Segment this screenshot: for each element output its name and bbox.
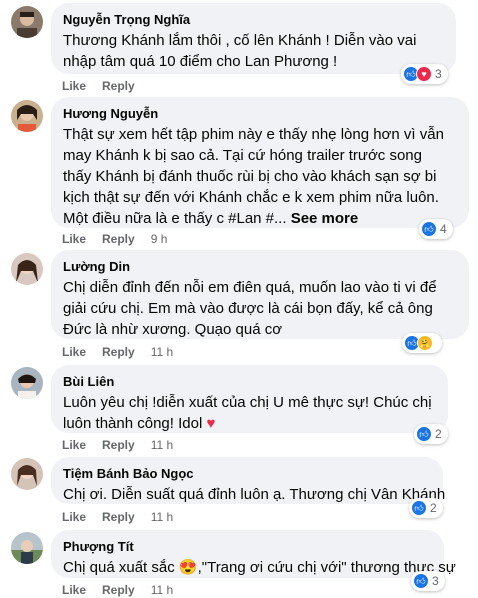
heart-eyes-emoji-icon: 😍 [178,559,198,576]
reaction-summary[interactable]: 👍︎ ♥ 3 [401,64,448,84]
comment-line: nhập tâm quá 10 điểm cho Lan Phương ! [63,53,338,70]
comment-line: Thật sự xem hết tập phim này e thấy nhẹ … [63,126,444,143]
comment-author[interactable]: Nguyễn Trọng Nghĩa [63,11,444,28]
comment-bubble: Lường Din Chị diễn đỉnh đến nỗi em điên … [51,250,469,339]
reply-button[interactable]: Reply [102,583,135,597]
comment-line-text: Chị quá xuất sắc [63,559,175,576]
reaction-count: 4 [440,222,447,236]
avatar[interactable] [11,100,43,132]
reaction-count: 3 [435,67,442,81]
comment-author[interactable]: Lường Din [63,258,457,275]
avatar[interactable] [11,532,43,564]
comment-timestamp[interactable]: 11 h [151,510,173,524]
comment-timestamp[interactable]: 9 h [151,232,168,246]
comment-timestamp[interactable]: 11 h [151,438,173,452]
comment-author[interactable]: Bùi Liên [63,373,436,390]
reaction-count: 2 [430,501,437,515]
comment-bubble: Phượng Tít Chị quá xuất sắc 😍,"Trang ơi … [51,530,456,578]
comment-line: Đức là nhừ xương. Quạo quá cơ [63,321,283,338]
comment-bubble: Nguyễn Trọng Nghĩa Thương Khánh lắm thôi… [51,3,456,74]
see-more-link[interactable]: See more [291,210,359,227]
comment-bubble: Tiệm Bánh Bảo Ngọc Chị ơi. Diễn suất quá… [51,457,446,505]
like-button[interactable]: Like [62,583,86,597]
care-emoji-icon: 🤗 [417,335,433,351]
comment-author[interactable]: Phượng Tít [63,538,432,555]
comment-text: Luôn yêu chị !diễn xuất của chị U mê thự… [63,392,436,434]
comment-actions: Like Reply [62,79,135,93]
avatar[interactable] [11,253,43,285]
thumbs-up-icon: 👍︎ [411,500,427,516]
reply-button[interactable]: Reply [102,232,135,246]
comment-line: kịch thật sự đến với Khánh chắc e k xem … [63,189,439,206]
comment-text: Thật sự xem hết tập phim này e thấy nhẹ … [63,124,457,229]
comment-actions: Like Reply 11 h [62,583,173,597]
reaction-summary[interactable]: 👍︎ 2 [409,498,443,518]
comment-author[interactable]: Hương Nguyễn [63,105,457,122]
reaction-summary[interactable]: 👍︎ 4 [419,219,453,239]
comment-line: Một điều nữa là e thấy c #Lan #... See m… [63,208,457,229]
comment-text: Chị quá xuất sắc 😍,"Trang ơi cứu chị với… [63,557,456,578]
comment-author[interactable]: Tiệm Bánh Bảo Ngọc [63,465,431,482]
comment-line: Chị ơi. Diễn suất quá đỉnh luôn ạ. Thươn… [63,486,446,503]
comment-actions: Like Reply 11 h [62,345,173,359]
comment-text: Chị diễn đỉnh đến nỗi em điên quá, muốn … [63,277,457,340]
like-button[interactable]: Like [62,345,86,359]
avatar[interactable] [11,458,43,490]
avatar[interactable] [11,6,43,38]
heart-icon: ♥ [416,66,432,82]
thumbs-up-icon: 👍︎ [413,573,429,589]
comment-line-text: luôn thành công! Idol [63,415,203,432]
like-button[interactable]: Like [62,79,86,93]
reaction-count: 2 [435,427,442,441]
comment-timestamp[interactable]: 11 h [151,583,173,597]
comment-line: Chị diễn đỉnh đến nỗi em điên quá, muốn … [63,279,437,296]
comment-line: may Khánh k bị sao cả. Tại cứ hóng trail… [63,147,422,164]
comment-text: Thương Khánh lắm thôi , cố lên Khánh ! D… [63,30,444,72]
reply-button[interactable]: Reply [102,79,135,93]
reply-button[interactable]: Reply [102,438,135,452]
reply-button[interactable]: Reply [102,510,135,524]
like-button[interactable]: Like [62,232,86,246]
comment-line: luôn thành công! Idol ♥ [63,413,436,434]
reaction-summary[interactable]: 👍︎ 3 [411,571,445,591]
comment-line: giải cứu chị. Em mà vào được là cái bọn … [63,300,433,317]
comment-bubble: Bùi Liên Luôn yêu chị !diễn xuất của chị… [51,365,448,433]
thumbs-up-icon: 👍︎ [416,426,432,442]
comment-line: thấy Khánh bị đánh thuốc rùi bị cho vào … [63,168,437,185]
avatar[interactable] [11,367,43,399]
comment-actions: Like Reply 11 h [62,438,173,452]
like-button[interactable]: Like [62,438,86,452]
reaction-summary[interactable]: 👍︎ 2 [414,424,448,444]
comment-line: Thương Khánh lắm thôi , cố lên Khánh ! D… [63,32,417,49]
like-button[interactable]: Like [62,510,86,524]
red-heart-emoji-icon: ♥ [206,415,216,432]
reaction-count: 3 [432,574,439,588]
reaction-summary[interactable]: 👍︎ 🤗 [402,333,442,353]
reply-button[interactable]: Reply [102,345,135,359]
comment-text: Chị ơi. Diễn suất quá đỉnh luôn ạ. Thươn… [63,484,446,505]
comment-timestamp[interactable]: 11 h [151,345,173,359]
comment-line-text: Một điều nữa là e thấy c #Lan #... [63,210,287,227]
comment-line: Luôn yêu chị !diễn xuất của chị U mê thự… [63,394,432,411]
comment-actions: Like Reply 11 h [62,510,173,524]
comment-bubble: Hương Nguyễn Thật sự xem hết tập phim nà… [51,97,469,228]
comment-actions: Like Reply 9 h [62,232,167,246]
thumbs-up-icon: 👍︎ [421,221,437,237]
